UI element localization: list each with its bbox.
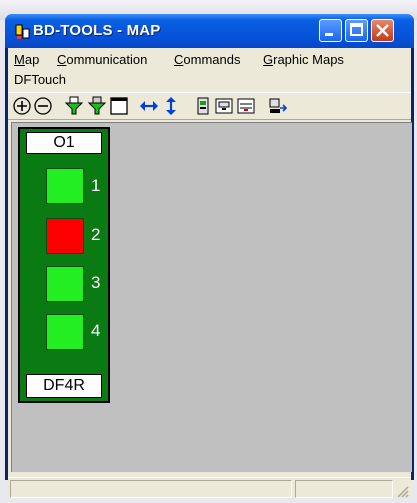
- panel-header: O1: [26, 132, 102, 154]
- zoom-out-icon[interactable]: [33, 96, 53, 116]
- indicator-1[interactable]: [46, 168, 84, 204]
- panel-footer: DF4R: [26, 374, 102, 398]
- resize-grip-icon[interactable]: [395, 484, 409, 498]
- panel-alt-icon[interactable]: [236, 96, 256, 116]
- menu-map[interactable]: Map: [14, 52, 39, 67]
- device-panel[interactable]: O1 1 2 3 4 DF4R: [18, 127, 110, 403]
- client-area: Map Communication Commands Graphic Maps …: [8, 48, 412, 498]
- panel-icon[interactable]: [214, 96, 234, 116]
- indicator-2[interactable]: [46, 218, 84, 254]
- menu-bar: Map Communication Commands Graphic Maps …: [8, 48, 411, 90]
- window-title: BD-TOOLS - MAP: [33, 22, 161, 39]
- indicator-1-label: 1: [91, 176, 101, 195]
- status-pane-secondary: [295, 480, 393, 498]
- export-icon[interactable]: [268, 96, 288, 116]
- indicator-3-label: 3: [91, 273, 101, 292]
- maximize-button[interactable]: [345, 19, 368, 42]
- indicator-3[interactable]: [46, 266, 84, 302]
- menu-commands[interactable]: Commands: [174, 52, 240, 67]
- indicator-4-label: 4: [91, 321, 101, 340]
- filter-down-icon[interactable]: [64, 96, 84, 116]
- toolbar: [8, 92, 411, 120]
- status-pane-main: [10, 480, 292, 498]
- menu-dftouch[interactable]: DFTouch: [14, 72, 66, 87]
- window-icon[interactable]: [109, 96, 129, 116]
- device-icon[interactable]: [193, 96, 213, 116]
- horizontal-arrows-icon[interactable]: [139, 96, 159, 116]
- filter-down-alt-icon[interactable]: [87, 96, 107, 116]
- title-bar[interactable]: BD-TOOLS - MAP: [5, 14, 414, 48]
- app-icon: [15, 24, 31, 40]
- vertical-arrows-icon[interactable]: [161, 96, 181, 116]
- map-canvas[interactable]: O1 1 2 3 4 DF4R: [11, 122, 412, 472]
- menu-communication[interactable]: Communication: [57, 52, 147, 67]
- status-bar: [8, 477, 411, 498]
- zoom-in-icon[interactable]: [12, 96, 32, 116]
- indicator-4[interactable]: [46, 314, 84, 350]
- menu-graphic-maps[interactable]: Graphic Maps: [263, 52, 344, 67]
- indicator-2-label: 2: [91, 225, 101, 244]
- app-window: BD-TOOLS - MAP Map Communication Command…: [5, 14, 414, 498]
- minimize-button[interactable]: [319, 19, 342, 42]
- close-button[interactable]: [371, 19, 394, 42]
